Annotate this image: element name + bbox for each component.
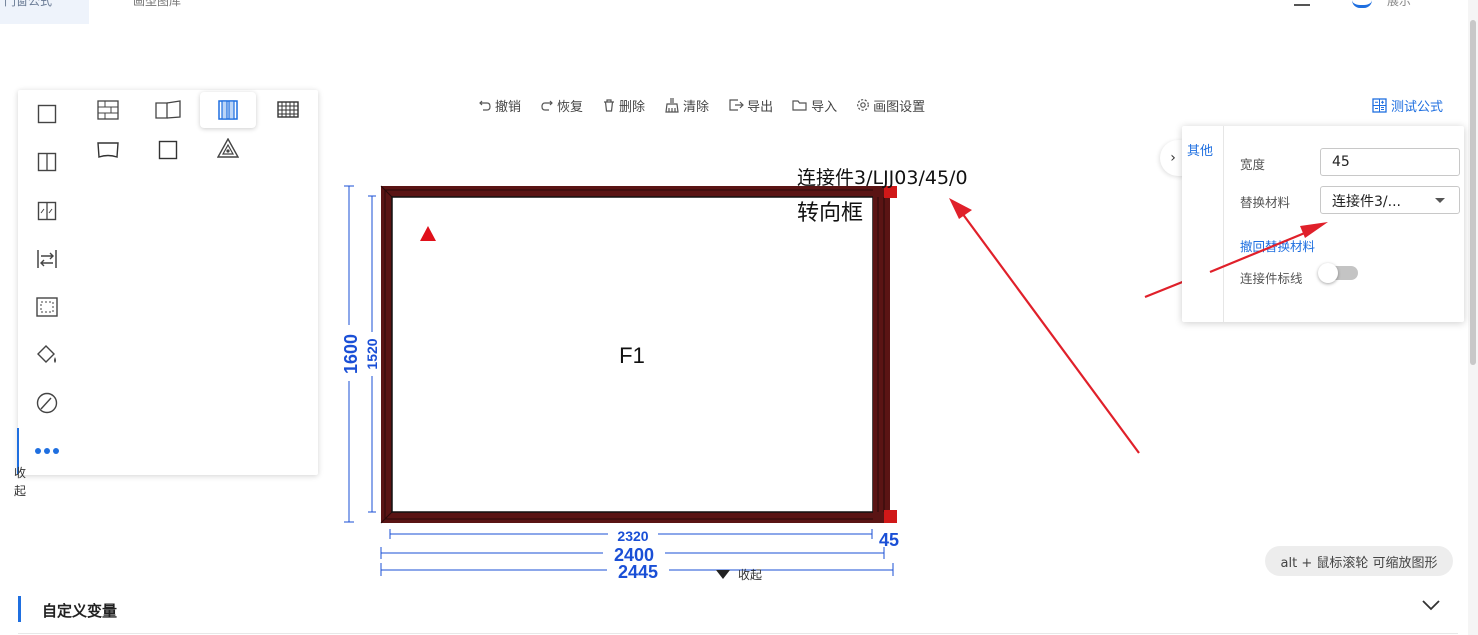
zoom-hint: alt + 鼠标滚轮 可缩放图形 xyxy=(1265,546,1453,576)
dim-height-inner-label: 1520 xyxy=(364,338,380,369)
dim-height-outer-label: 1600 xyxy=(341,334,361,374)
connector-annotation: 连接件3/LJJ03/45/0 xyxy=(797,167,968,189)
width-label: 宽度 xyxy=(1240,157,1266,172)
chevron-right-icon: › xyxy=(1170,150,1176,166)
canvas-collapse-button[interactable]: 收起 xyxy=(716,566,762,583)
chevron-down-icon[interactable] xyxy=(1421,598,1441,612)
connector-line-label: 连接件标线 xyxy=(1240,271,1303,286)
switch-knob xyxy=(1318,263,1338,283)
undo-material-link[interactable]: 撤回替换材料 xyxy=(1240,236,1315,255)
caret-down-icon xyxy=(1435,198,1445,203)
annotation-arrow-head-1 xyxy=(949,198,972,219)
triangle-down-icon xyxy=(716,570,730,579)
dim-width-total-label: 2445 xyxy=(618,562,658,582)
section-accent-bar xyxy=(18,596,21,622)
connector-line-switch[interactable] xyxy=(1318,263,1358,283)
turn-frame-annotation: 转向框 xyxy=(797,201,863,226)
connector-handle-bottom[interactable] xyxy=(884,510,897,523)
material-label: 替换材料 xyxy=(1240,195,1291,210)
tab-other[interactable]: 其他 xyxy=(1182,126,1224,322)
dim-width-inner-label: 2320 xyxy=(617,528,648,544)
material-select[interactable]: 连接件3/... xyxy=(1320,186,1460,214)
panel-f1-label: F1 xyxy=(619,343,645,368)
dim-connector-label: 45 xyxy=(879,530,899,550)
annotation-arrow-line-1 xyxy=(961,212,1140,454)
width-input[interactable]: 45 xyxy=(1320,148,1460,176)
custom-variables-title: 自定义变量 xyxy=(42,602,118,620)
connector-strip[interactable] xyxy=(873,186,890,523)
custom-variables-section[interactable]: 自定义变量 xyxy=(18,596,1458,634)
properties-panel: 其他 宽度 45 替换材料 连接件3/... 撤回替换材料 连接件标线 xyxy=(1182,126,1464,322)
